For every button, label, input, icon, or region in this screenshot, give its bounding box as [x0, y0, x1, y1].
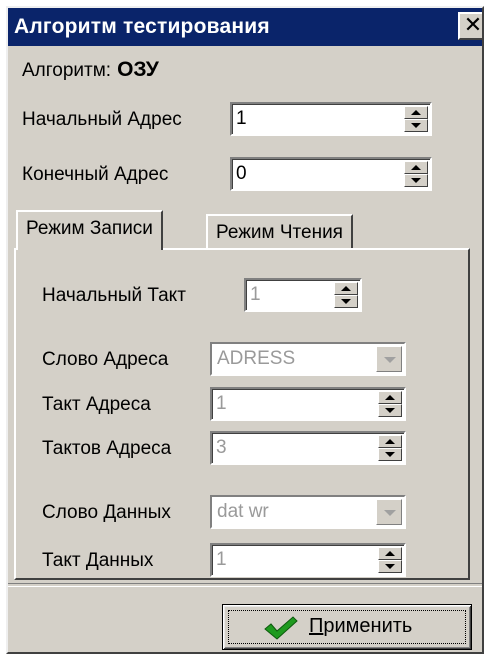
close-button[interactable]: ✕: [458, 12, 483, 40]
arrow-up-icon: [385, 551, 395, 556]
start-address-arrows: [404, 106, 428, 132]
address-tact-value[interactable]: 1: [216, 393, 227, 415]
data-word-label: Слово Данных: [42, 502, 171, 523]
address-tact-spinner[interactable]: 1: [210, 387, 406, 421]
start-address-label: Начальный Адрес: [22, 109, 182, 130]
arrow-up-icon: [341, 286, 351, 291]
address-tacts-label: Тактов Адреса: [42, 438, 172, 459]
spin-up-button[interactable]: [378, 547, 402, 560]
start-address-value[interactable]: 1: [236, 108, 247, 130]
address-tacts-spinner[interactable]: 3: [210, 431, 406, 465]
spin-up-button[interactable]: [334, 282, 358, 295]
spin-down-button[interactable]: [334, 295, 358, 308]
apply-hotkey-letter: П: [309, 615, 324, 637]
apply-label-rest: рименить: [323, 615, 413, 637]
tab-write-mode[interactable]: Режим Записи: [16, 210, 163, 250]
dropdown-button[interactable]: [376, 346, 402, 372]
spin-down-button[interactable]: [404, 174, 428, 187]
arrow-down-icon: [411, 178, 421, 183]
address-word-label: Слово Адреса: [42, 349, 169, 370]
address-word-select[interactable]: ADRESS: [210, 342, 406, 376]
arrow-down-icon: [411, 123, 421, 128]
address-tacts-arrows: [378, 435, 402, 461]
apply-button[interactable]: Применить: [222, 604, 472, 650]
end-address-spinner[interactable]: 0: [230, 157, 432, 191]
spin-down-button[interactable]: [404, 119, 428, 132]
data-word-select[interactable]: dat wr: [210, 495, 406, 529]
window-title: Алгоритм тестирования: [14, 15, 270, 38]
end-address-value[interactable]: 0: [236, 163, 247, 185]
spin-down-button[interactable]: [378, 560, 402, 573]
close-icon: ✕: [463, 12, 483, 37]
arrow-up-icon: [385, 439, 395, 444]
arrow-down-icon: [385, 408, 395, 413]
data-tact-arrows: [378, 547, 402, 573]
tab-read-mode[interactable]: Режим Чтения: [206, 214, 353, 250]
write-mode-panel: Начальный Такт 1 Слово Адреса ADRESS Так…: [14, 248, 470, 580]
arrow-down-icon: [385, 564, 395, 569]
apply-button-label: Применить: [309, 615, 412, 638]
start-tact-spinner[interactable]: 1: [244, 278, 362, 312]
algorithm-label: Алгоритм:: [22, 60, 112, 81]
dropdown-button[interactable]: [376, 499, 402, 525]
data-tact-spinner[interactable]: 1: [210, 543, 406, 577]
divider: [8, 583, 482, 587]
spin-up-button[interactable]: [378, 391, 402, 404]
address-word-value: ADRESS: [217, 348, 296, 369]
start-tact-value[interactable]: 1: [250, 284, 261, 306]
end-address-arrows: [404, 161, 428, 187]
algorithm-value: ОЗУ: [117, 58, 159, 81]
data-tact-value[interactable]: 1: [216, 549, 227, 571]
chevron-down-icon: [384, 510, 396, 516]
address-tacts-value[interactable]: 3: [216, 437, 227, 459]
spin-up-button[interactable]: [378, 435, 402, 448]
spin-down-button[interactable]: [378, 448, 402, 461]
address-tact-label: Такт Адреса: [42, 394, 151, 415]
arrow-up-icon: [385, 395, 395, 400]
check-icon: [264, 616, 298, 640]
start-tact-label: Начальный Такт: [42, 285, 186, 306]
data-word-value: dat wr: [217, 501, 269, 522]
arrow-up-icon: [411, 110, 421, 115]
address-tact-arrows: [378, 391, 402, 417]
chevron-down-icon: [384, 357, 396, 363]
start-address-spinner[interactable]: 1: [230, 102, 432, 136]
start-tact-arrows: [334, 282, 358, 308]
arrow-up-icon: [411, 165, 421, 170]
spin-down-button[interactable]: [378, 404, 402, 417]
data-tact-label: Такт Данных: [42, 550, 154, 571]
dialog-window: Алгоритм тестирования ✕ Алгоритм: ОЗУ Нач…: [6, 6, 484, 654]
spin-up-button[interactable]: [404, 106, 428, 119]
arrow-down-icon: [341, 299, 351, 304]
arrow-down-icon: [385, 452, 395, 457]
algorithm-row: Алгоритм: ОЗУ: [22, 58, 159, 82]
title-bar[interactable]: Алгоритм тестирования ✕: [8, 8, 482, 46]
spin-up-button[interactable]: [404, 161, 428, 174]
end-address-label: Конечный Адрес: [22, 164, 169, 185]
